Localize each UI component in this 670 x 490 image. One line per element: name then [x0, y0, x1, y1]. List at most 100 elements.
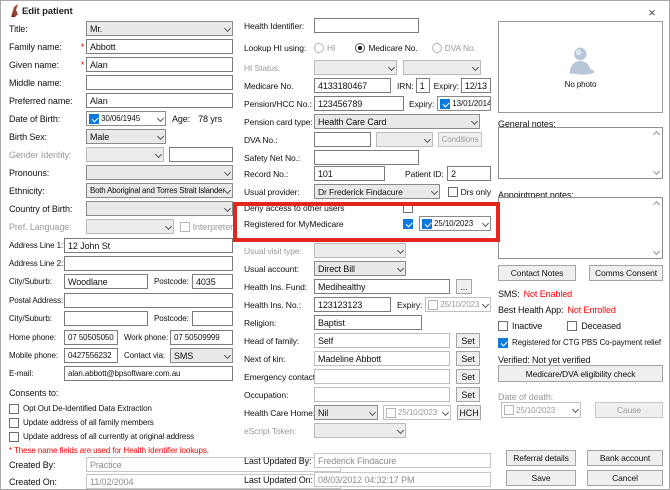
postcode-field[interactable]: 4035: [192, 274, 233, 289]
patient-photo-box[interactable]: No photo: [498, 21, 663, 113]
pension-card-type-select[interactable]: Health Care Card: [314, 114, 480, 129]
pension-expiry-picker[interactable]: 13/01/2014: [437, 96, 491, 111]
app-icon: [9, 4, 20, 18]
dob-checkbox[interactable]: [89, 114, 99, 124]
update-original-address-checkbox[interactable]: [9, 432, 19, 442]
chevron-down-icon: [397, 246, 404, 253]
scroll-down-icon[interactable]: [652, 168, 659, 175]
lookup-medicare-radio[interactable]: [355, 43, 365, 53]
lookup-dva-radio[interactable]: [432, 43, 442, 53]
required-asterisk: *: [79, 60, 86, 70]
given-name-label: Given name:: [9, 60, 79, 70]
pension-card-type-value: Health Care Card: [318, 117, 472, 127]
health-ins-no-field[interactable]: 123123123: [314, 297, 391, 312]
medicare-no-field[interactable]: 4133180467: [314, 78, 391, 93]
referral-details-button[interactable]: Referral details: [506, 450, 576, 466]
title-select[interactable]: Mr.: [86, 21, 233, 36]
dva-no-field[interactable]: [314, 132, 371, 147]
escript-token-label: eScript Token:: [244, 426, 314, 436]
ethnicity-label: Ethnicity:: [9, 186, 86, 196]
date-of-death-checkbox[interactable]: [504, 405, 514, 415]
emergency-contact-field: [314, 369, 450, 384]
health-care-home-select[interactable]: Nil: [314, 405, 378, 420]
chevron-down-icon: [442, 408, 449, 415]
lookup-hi-radio[interactable]: [314, 43, 324, 53]
scroll-down-icon[interactable]: [652, 248, 659, 255]
occupation-label: Occupation:: [244, 390, 314, 400]
fund-browse-button[interactable]: ...: [456, 279, 472, 294]
pronouns-select[interactable]: [86, 165, 233, 180]
emergency-contact-set-button[interactable]: Set: [456, 369, 480, 384]
scroll-up-icon[interactable]: [652, 201, 659, 208]
occupation-set-button[interactable]: Set: [456, 387, 480, 402]
given-name-field[interactable]: Alan: [86, 57, 233, 72]
update-family-address-label: Update address of all family members: [23, 418, 154, 427]
hch-button[interactable]: HCH: [457, 405, 481, 420]
email-field[interactable]: alan.abbott@bpsoftware.com.au: [64, 366, 233, 381]
ins-expiry-checkbox[interactable]: [428, 300, 438, 310]
medicare-expiry-field[interactable]: 12/13: [461, 78, 491, 93]
medicare-expiry-label: Expiry:: [434, 81, 459, 91]
safety-net-field[interactable]: [314, 150, 419, 165]
scrollbar[interactable]: [651, 199, 661, 257]
bank-account-button[interactable]: Bank account: [587, 450, 663, 466]
update-family-address-checkbox[interactable]: [9, 418, 19, 428]
postal-address-field[interactable]: [64, 293, 233, 308]
comms-consent-button[interactable]: Comms Consent: [589, 265, 663, 281]
health-ins-fund-field[interactable]: Medihealthy: [314, 279, 450, 294]
birth-sex-select[interactable]: Male: [86, 129, 166, 144]
medicare-dva-eligibility-button[interactable]: Medicare/DVA eligibility check: [498, 365, 663, 382]
dob-date-picker[interactable]: 30/06/1945: [86, 111, 166, 126]
ethnicity-select[interactable]: Both Aboriginal and Torres Strait Island…: [86, 183, 233, 198]
head-of-family-set-button[interactable]: Set: [456, 333, 480, 348]
contact-notes-button[interactable]: Contact Notes: [498, 265, 576, 281]
contact-via-select[interactable]: SMS: [170, 348, 233, 363]
health-identifier-field[interactable]: [314, 18, 419, 33]
save-button[interactable]: Save: [506, 470, 576, 486]
country-of-birth-select[interactable]: [86, 201, 233, 216]
opt-out-data-extraction-checkbox[interactable]: [9, 404, 19, 414]
chevron-down-icon: [224, 204, 231, 211]
general-notes-textarea[interactable]: [498, 127, 663, 179]
scrollbar[interactable]: [651, 129, 661, 177]
next-of-kin-set-button[interactable]: Set: [456, 351, 480, 366]
postal-postcode-field[interactable]: [192, 311, 233, 326]
pension-expiry-checkbox[interactable]: [440, 99, 450, 109]
city-suburb-field[interactable]: Woodlane: [64, 274, 148, 289]
mymedicare-date-picker[interactable]: 25/10/2023: [419, 216, 491, 231]
preferred-name-field[interactable]: Alan: [86, 93, 233, 108]
drs-only-checkbox[interactable]: [448, 187, 458, 197]
deceased-checkbox[interactable]: [567, 321, 577, 331]
usual-provider-select[interactable]: Dr Frederick Findacure: [314, 184, 440, 199]
pension-hcc-field[interactable]: 123456789: [314, 96, 404, 111]
hch-date-checkbox[interactable]: [386, 408, 396, 418]
head-of-family-label: Head of family:: [244, 336, 314, 346]
health-identifier-label: Health Identifier:: [244, 21, 314, 31]
postal-city-suburb-field[interactable]: [64, 311, 148, 326]
mymedicare-date-checkbox[interactable]: [422, 219, 432, 229]
religion-field[interactable]: Baptist: [314, 315, 422, 330]
appointment-notes-textarea[interactable]: [498, 197, 663, 259]
work-phone-label: Work phone:: [124, 333, 170, 342]
usual-account-select[interactable]: Direct Bill: [314, 261, 406, 276]
deny-access-checkbox[interactable]: [403, 203, 413, 213]
address-line1-field[interactable]: 12 John St: [64, 238, 233, 253]
mymedicare-checkbox[interactable]: [403, 219, 413, 229]
close-icon[interactable]: ×: [644, 4, 660, 20]
gender-identity-field[interactable]: [169, 147, 233, 162]
scroll-up-icon[interactable]: [652, 131, 659, 138]
inactive-checkbox[interactable]: [498, 321, 508, 331]
record-no-label: Record No.:: [244, 169, 314, 179]
mobile-phone-field[interactable]: 0427556232: [64, 348, 118, 363]
middle-name-field[interactable]: [86, 75, 233, 90]
interpreter-checkbox[interactable]: [180, 222, 190, 232]
work-phone-field[interactable]: 07 50509999: [170, 330, 233, 345]
cancel-button[interactable]: Cancel: [587, 470, 663, 486]
address-line2-field[interactable]: [64, 256, 233, 271]
ctg-checkbox[interactable]: [498, 338, 508, 348]
gender-identity-label: Gender Identity:: [9, 150, 86, 160]
record-no-field[interactable]: 101: [314, 166, 385, 181]
irn-field[interactable]: 1: [416, 78, 430, 93]
family-name-field[interactable]: Abbott: [86, 39, 233, 54]
home-phone-field[interactable]: 07 50505050: [64, 330, 118, 345]
